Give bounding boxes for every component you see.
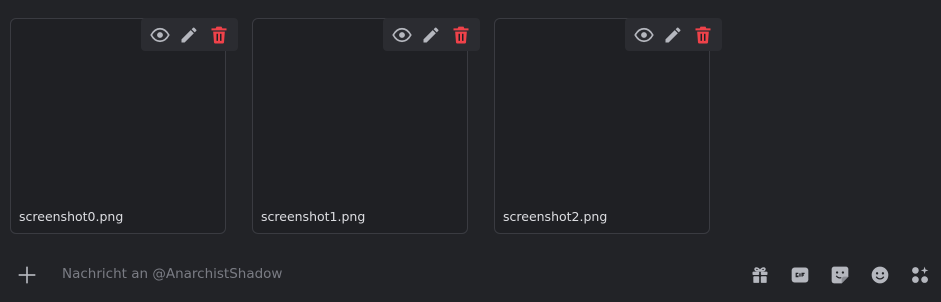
gif-icon <box>791 267 809 283</box>
eye-icon <box>634 27 654 42</box>
attachment-toolbar <box>141 18 238 51</box>
add-attachment-button[interactable] <box>14 262 40 288</box>
attachment-filename: screenshot1.png <box>261 209 366 224</box>
delete-attachment-button[interactable] <box>206 22 232 48</box>
attachment-card[interactable]: screenshot2.png <box>494 18 722 234</box>
gift-button[interactable] <box>747 262 773 288</box>
pencil-icon <box>423 26 439 42</box>
attachment-filename: screenshot2.png <box>503 209 608 224</box>
attachment-filename: screenshot0.png <box>19 209 124 224</box>
message-composer: screenshot0.png screenshot1.png screensh… <box>0 0 941 302</box>
composer-actions <box>733 262 933 288</box>
pencil-icon <box>181 26 197 42</box>
emoji-button[interactable] <box>867 262 893 288</box>
attachment-list: screenshot0.png screenshot1.png screensh… <box>0 0 941 250</box>
delete-attachment-button[interactable] <box>690 22 716 48</box>
eye-icon <box>150 27 170 42</box>
apps-button[interactable] <box>907 262 933 288</box>
attachment-card[interactable]: screenshot1.png <box>252 18 480 234</box>
delete-attachment-button[interactable] <box>448 22 474 48</box>
eye-icon <box>392 27 412 42</box>
message-input[interactable] <box>62 263 662 285</box>
plus-icon <box>18 266 36 284</box>
view-attachment-button[interactable] <box>147 22 173 48</box>
view-attachment-button[interactable] <box>389 22 415 48</box>
gift-icon <box>752 267 768 283</box>
apps-icon <box>912 266 929 283</box>
trash-icon <box>211 26 227 44</box>
attachment-toolbar <box>383 18 480 51</box>
edit-attachment-button[interactable] <box>176 22 202 48</box>
sticker-icon <box>831 266 849 284</box>
edit-attachment-button[interactable] <box>660 22 686 48</box>
message-input-row <box>0 250 941 302</box>
attachment-card[interactable]: screenshot0.png <box>10 18 238 234</box>
sticker-button[interactable] <box>827 262 853 288</box>
view-attachment-button[interactable] <box>631 22 657 48</box>
emoji-icon <box>871 266 889 284</box>
trash-icon <box>453 26 469 44</box>
pencil-icon <box>665 26 681 42</box>
gif-button[interactable] <box>787 262 813 288</box>
edit-attachment-button[interactable] <box>418 22 444 48</box>
attachment-toolbar <box>625 18 722 51</box>
trash-icon <box>695 26 711 44</box>
